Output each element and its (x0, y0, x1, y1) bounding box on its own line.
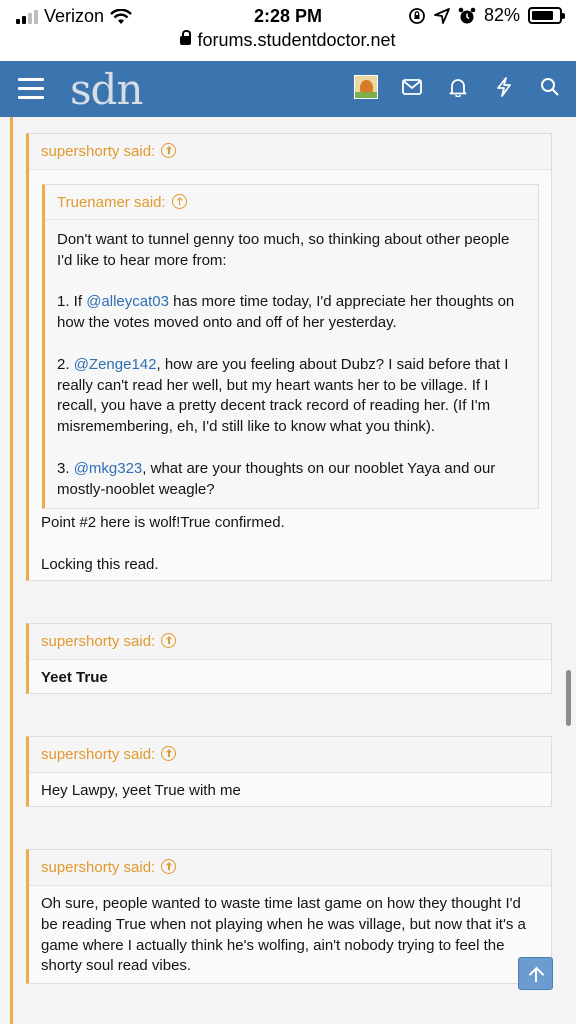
nested-quote-author[interactable]: Truenamer said: (57, 194, 166, 211)
scrollbar-thumb[interactable] (566, 670, 571, 726)
user-mention[interactable]: @mkg323 (74, 460, 143, 477)
location-icon (434, 7, 450, 24)
text: 1. If (57, 293, 87, 311)
quote-block: supershorty said: Hey Lawpy, yeet True w… (26, 736, 552, 807)
quote-author[interactable]: supershorty said: (41, 859, 155, 876)
orientation-lock-icon (409, 7, 425, 24)
jump-to-post-icon[interactable] (161, 859, 177, 874)
avatar[interactable] (354, 75, 378, 99)
outer-quote-bar (10, 117, 13, 1024)
quote-body: Point #2 here is wolf!True confirmed. Lo… (29, 509, 551, 585)
nested-quote-header: Truenamer said: (45, 185, 538, 220)
quote-header: supershorty said: (29, 134, 551, 170)
quote-block: supershorty said: Yeet True (26, 623, 552, 694)
quote-paragraph: Point #2 here is wolf!True confirmed. (41, 514, 285, 532)
alarm-icon (458, 7, 476, 23)
quote-block: supershorty said: Oh sure, people wanted… (26, 849, 552, 984)
site-logo[interactable]: sdn (70, 65, 143, 114)
thread-content: supershorty said: Truenamer said: Don't … (0, 117, 576, 1024)
jump-to-post-icon[interactable] (171, 194, 187, 209)
nested-quote-body: Don't want to tunnel genny too much, so … (45, 220, 538, 508)
quote-paragraph: Locking this read. (41, 555, 159, 573)
battery-percent: 82% (483, 5, 520, 25)
quote-paragraph: 3. @mkg323, what are your thoughts on ou… (57, 459, 526, 501)
nav-icons (354, 75, 562, 99)
quote-block: supershorty said: Truenamer said: Don't … (26, 133, 552, 581)
search-icon[interactable] (538, 75, 562, 99)
quote-header: supershorty said: (29, 850, 551, 886)
quote-author[interactable]: supershorty said: (41, 143, 155, 160)
quote-header: supershorty said: (29, 737, 551, 773)
url-text: forums.studentdoctor.net (197, 30, 396, 50)
quote-header: supershorty said: (29, 624, 551, 660)
mail-icon[interactable] (400, 75, 424, 99)
quote-author[interactable]: supershorty said: (41, 633, 155, 650)
bell-icon[interactable] (446, 75, 470, 99)
status-bar: Verizon 2:28 PM 82% (0, 0, 576, 30)
quote-paragraph: Don't want to tunnel genny too much, so … (57, 231, 510, 269)
quote-paragraph: 1. If @alleycat03 has more time today, I… (57, 292, 526, 334)
jump-to-post-icon[interactable] (161, 746, 177, 761)
menu-icon[interactable] (18, 78, 44, 100)
text: 3. (57, 459, 74, 477)
quote-author[interactable]: supershorty said: (41, 746, 155, 763)
quote-body: Yeet True (41, 669, 108, 686)
status-icons: 82% (408, 5, 565, 26)
jump-to-post-icon[interactable] (161, 143, 177, 158)
nested-quote: Truenamer said: Don't want to tunnel gen… (42, 184, 539, 510)
quote-body: Oh sure, people wanted to waste time las… (41, 895, 526, 975)
lock-icon (180, 30, 192, 45)
scroll-to-top-button[interactable] (518, 957, 553, 990)
bolt-icon[interactable] (492, 75, 516, 99)
user-mention[interactable]: @alleycat03 (86, 293, 169, 310)
battery-icon (528, 7, 565, 24)
user-mention[interactable]: @Zenge142 (74, 356, 157, 373)
site-navbar: sdn (0, 61, 576, 117)
quote-paragraph: 2. @Zenge142, how are you feeling about … (57, 355, 526, 438)
text: 2. (57, 355, 74, 373)
quote-body: Hey Lawpy, yeet True with me (41, 782, 241, 799)
jump-to-post-icon[interactable] (161, 633, 177, 648)
url-bar[interactable]: forums.studentdoctor.net (0, 30, 576, 60)
